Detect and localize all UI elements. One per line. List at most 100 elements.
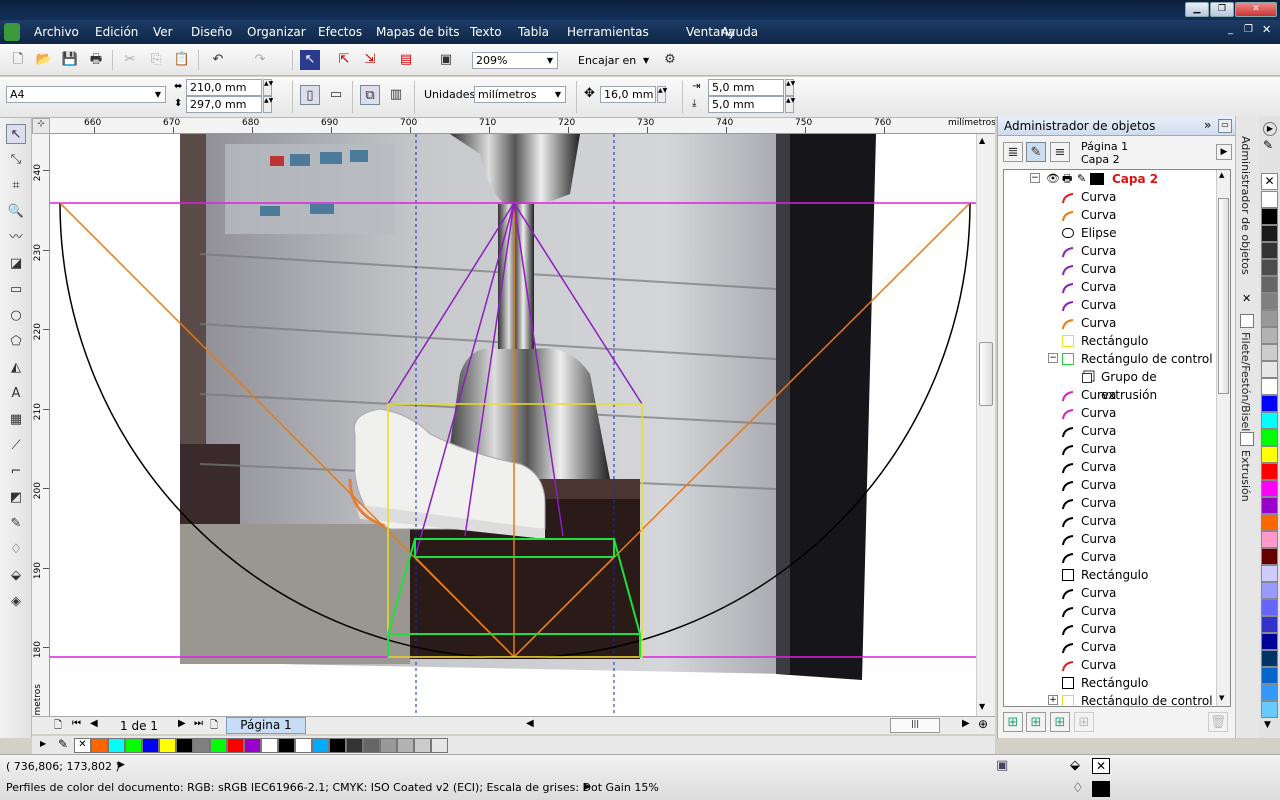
add-page-before-icon[interactable]: 🗋 (54, 718, 62, 735)
connector-tool-icon[interactable]: ⌐ (6, 462, 26, 482)
drawing-canvas[interactable] (50, 134, 976, 716)
palette-eyedropper-right-icon[interactable]: ✎ (1263, 138, 1273, 152)
fill-none-swatch[interactable]: ✕ (1092, 758, 1110, 774)
palette-swatch[interactable] (1261, 344, 1278, 361)
add-page-after-icon[interactable]: 🗋 (210, 718, 218, 735)
tree-item[interactable]: Curva (1004, 314, 1214, 332)
palette-swatch[interactable] (1261, 208, 1278, 225)
expand-toggle-icon[interactable]: + (1048, 695, 1058, 705)
layer-row[interactable]: − 👁 🖶 ✎ Capa 2 (1004, 170, 1214, 188)
options-icon[interactable]: ⚙ (660, 50, 680, 70)
tree-item[interactable]: Curva (1004, 440, 1214, 458)
table-tool-icon[interactable]: ▦ (6, 410, 26, 430)
tab-extrude[interactable]: Extrusión (1239, 450, 1252, 502)
tree-item[interactable]: Curva (1004, 602, 1214, 620)
menu-5[interactable]: Efectos (318, 25, 362, 39)
doc-palette-swatch[interactable] (346, 738, 363, 753)
duplicate-x-input[interactable]: 5,0 mm (708, 79, 784, 96)
minimize-button[interactable]: ▁ (1185, 2, 1209, 17)
menu-7[interactable]: Texto (470, 25, 502, 39)
export-icon[interactable]: ⇲ (360, 50, 380, 70)
palette-options-icon[interactable]: ▶ (1263, 122, 1277, 136)
dimension-tool-icon[interactable]: ⟋ (6, 436, 26, 456)
tree-item[interactable]: Curva (1004, 530, 1214, 548)
smart-fill-icon[interactable]: ◪ (6, 254, 26, 274)
palette-swatch[interactable] (1261, 429, 1278, 446)
doc-palette-swatch[interactable] (414, 738, 431, 753)
tree-item[interactable]: Curva (1004, 476, 1214, 494)
menu-1[interactable]: Edición (95, 25, 138, 39)
tree-item[interactable]: Rectángulo (1004, 332, 1214, 350)
profiles-arrow-icon[interactable]: ▶ (584, 782, 591, 792)
scroll-down-icon[interactable]: ▼ (979, 702, 985, 711)
trophy-photo[interactable] (180, 134, 876, 680)
layer-manager-view-icon[interactable]: ≡ (1050, 142, 1070, 162)
new-master-layer-icon[interactable]: ⊞ (1026, 712, 1046, 732)
page-width-input[interactable]: 210,0 mm (186, 79, 262, 96)
object-tree[interactable]: − 👁 🖶 ✎ Capa 2 Curva Curva Elipse Curva Curv… (1003, 169, 1231, 707)
color-profiles-text[interactable]: Perfiles de color del documento: RGB: sR… (6, 781, 659, 794)
crop-tool-icon[interactable]: ⌗ (6, 176, 26, 196)
palette-eyedropper-icon[interactable]: ✎ (58, 737, 68, 751)
doc-palette-swatch[interactable] (210, 738, 227, 753)
palette-scroll-down-icon[interactable]: ▼ (1264, 720, 1271, 730)
interactive-fill-icon[interactable]: ◈ (6, 592, 26, 612)
palette-scroll-icon[interactable]: ▶ (40, 739, 46, 748)
doc-palette-swatch[interactable] (176, 738, 193, 753)
no-color-swatch[interactable]: ✕ (74, 738, 91, 753)
tree-item[interactable]: Curva (1004, 494, 1214, 512)
palette-swatch[interactable] (1261, 582, 1278, 599)
next-page-icon[interactable]: ▶ (178, 718, 186, 729)
redo-icon[interactable]: ↷ (250, 50, 270, 70)
interactive-tool-icon[interactable]: ◩ (6, 488, 26, 508)
scroll-up-icon[interactable]: ▲ (979, 136, 985, 145)
page-tab[interactable]: Página 1 (226, 717, 306, 734)
doc-palette-swatch[interactable] (431, 738, 448, 753)
palette-no-color-swatch[interactable]: ✕ (1261, 173, 1278, 190)
delete-layer-icon[interactable]: 🗑 (1208, 712, 1228, 732)
doc-palette-swatch[interactable] (295, 738, 312, 753)
menu-11[interactable]: Ayuda (721, 25, 758, 39)
palette-swatch[interactable] (1261, 616, 1278, 633)
units-select[interactable]: milímetros ▼ (474, 86, 566, 103)
tree-item[interactable]: Curva (1004, 386, 1214, 404)
publish-pdf-icon[interactable]: ▤ (396, 50, 416, 70)
menu-0[interactable]: Archivo (34, 25, 79, 39)
palette-swatch[interactable] (1261, 548, 1278, 565)
palette-swatch[interactable] (1261, 701, 1278, 718)
scroll-right-icon[interactable]: ▶ (962, 718, 970, 729)
scroll-left-icon[interactable]: ◀ (526, 718, 534, 729)
menu-2[interactable]: Ver (153, 25, 173, 39)
show-properties-icon[interactable]: ≣ (1003, 142, 1023, 162)
maximize-button[interactable]: ❐ (1210, 2, 1234, 17)
outline-color-swatch[interactable] (1092, 781, 1110, 797)
doc-palette-swatch[interactable] (125, 738, 142, 753)
edit-across-layers-icon[interactable]: ✎ (1026, 142, 1046, 162)
palette-swatch[interactable] (1261, 293, 1278, 310)
expand-toggle-icon[interactable]: − (1048, 353, 1058, 363)
shape-tool-icon[interactable]: ⤡ (6, 150, 26, 170)
menu-3[interactable]: Diseño (191, 25, 232, 39)
paste-icon[interactable]: 📋 (172, 50, 192, 70)
printer-icon[interactable]: 🖶 (1062, 170, 1072, 188)
tree-item[interactable]: Curva (1004, 584, 1214, 602)
new-layer-icon[interactable]: ⊞ (1003, 712, 1023, 732)
docker-expand-icon[interactable]: » (1204, 118, 1211, 132)
palette-swatch[interactable] (1261, 599, 1278, 616)
coords-arrow-icon[interactable]: ▶ (118, 760, 125, 770)
tree-item[interactable]: Curva (1004, 656, 1214, 674)
vertical-scroll-thumb[interactable] (979, 342, 993, 406)
palette-swatch[interactable] (1261, 361, 1278, 378)
open-icon[interactable]: 📂 (34, 50, 54, 70)
page-height-input[interactable]: 297,0 mm (186, 96, 262, 113)
duplicate-y-spinner[interactable]: ▲▼ (785, 96, 795, 113)
zoom-tool-icon[interactable]: 🔍 (6, 202, 26, 222)
tree-item[interactable]: Curva (1004, 206, 1214, 224)
palette-swatch[interactable] (1261, 480, 1278, 497)
tab-object-manager[interactable]: Administrador de objetos (1239, 136, 1252, 275)
menu-8[interactable]: Tabla (518, 25, 549, 39)
doc-palette-swatch[interactable] (193, 738, 210, 753)
palette-swatch[interactable] (1261, 463, 1278, 480)
new-master-odd-icon[interactable]: ⊞ (1074, 712, 1094, 732)
tree-item[interactable]: Curva (1004, 548, 1214, 566)
